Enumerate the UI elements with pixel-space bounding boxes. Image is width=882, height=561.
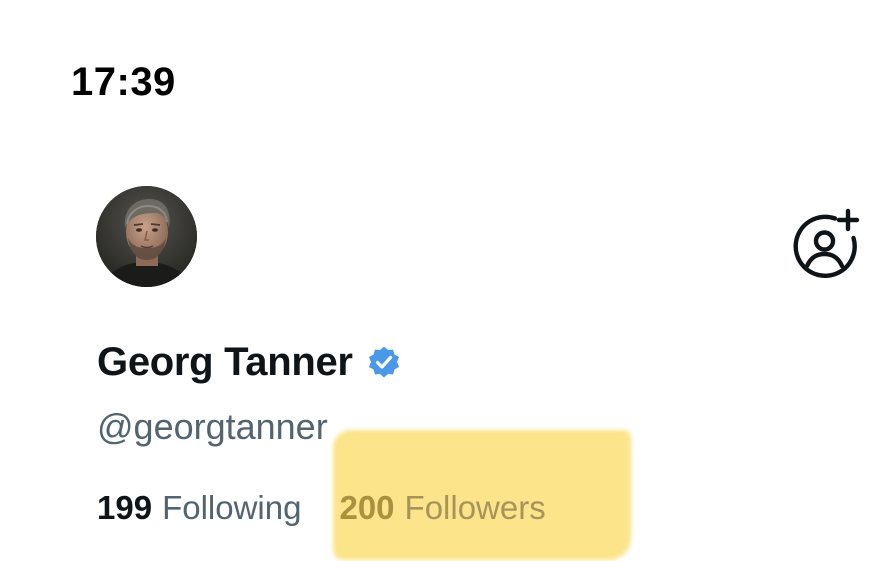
status-bar-time: 17:39 — [71, 60, 176, 104]
avatar[interactable] — [96, 186, 197, 287]
verified-badge-icon[interactable] — [367, 345, 401, 379]
following-link[interactable]: 199 Following — [97, 485, 301, 531]
user-handle: @georgtanner — [97, 406, 328, 447]
profile-screen: 17:39 Georg Tanner @georgtanner 199 Foll… — [0, 0, 882, 561]
following-count: 199 — [97, 489, 153, 526]
followers-label: Followers — [404, 489, 546, 526]
display-name: Georg Tanner — [97, 340, 353, 384]
followers-link[interactable]: 200 Followers — [339, 485, 545, 531]
display-name-row: Georg Tanner — [97, 336, 401, 388]
follow-button[interactable] — [790, 208, 862, 280]
follow-stats: 199 Following 200 Followers — [97, 485, 546, 531]
avatar-photo — [96, 186, 197, 287]
followers-count: 200 — [339, 489, 395, 526]
following-label: Following — [162, 489, 302, 526]
person-add-icon — [793, 208, 860, 279]
